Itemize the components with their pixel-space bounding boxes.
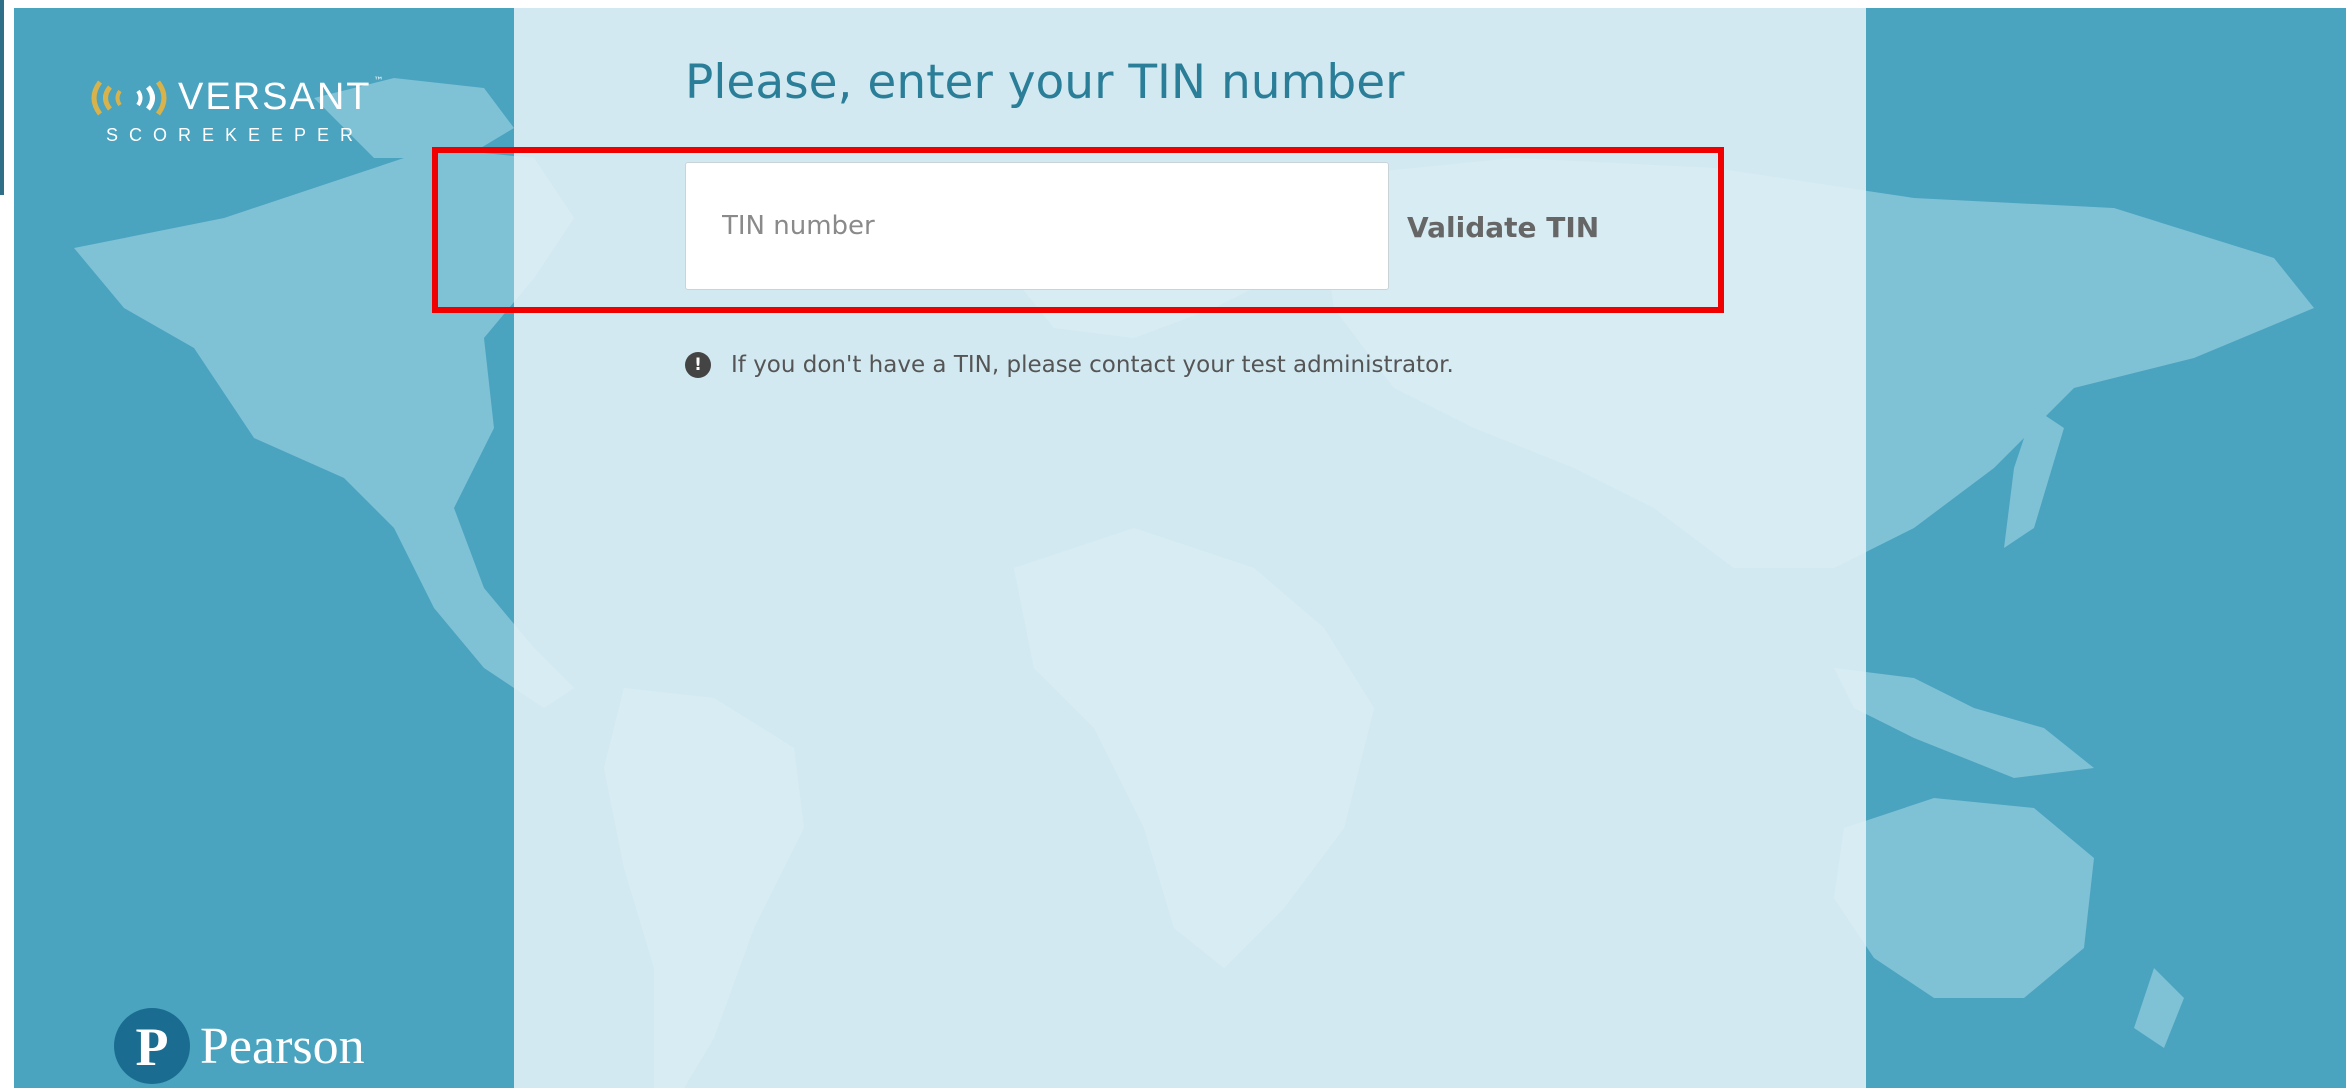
pearson-p-icon: P — [114, 1008, 190, 1084]
page: VERSANT ™ SCOREKEEPER P Pearson Please, … — [0, 0, 2346, 1088]
brand-subtitle: SCOREKEEPER — [106, 125, 365, 145]
validate-tin-button[interactable]: Validate TIN — [1395, 192, 1611, 262]
page-title: Please, enter your TIN number — [685, 55, 1405, 110]
logo-row: VERSANT ™ — [86, 76, 383, 119]
pearson-name: Pearson — [200, 1017, 365, 1075]
pearson-logo: P Pearson — [114, 1008, 365, 1084]
versant-logo: VERSANT ™ SCOREKEEPER — [86, 76, 383, 146]
edge-marker — [0, 0, 4, 195]
exclamation-circle-icon: ! — [685, 352, 711, 378]
tin-input[interactable] — [685, 162, 1389, 290]
tin-notice: ! If you don't have a TIN, please contac… — [685, 352, 1454, 378]
notice-text: If you don't have a TIN, please contact … — [731, 352, 1454, 378]
sound-waves-icon — [91, 80, 167, 115]
brand-name: VERSANT — [178, 76, 372, 118]
brand-trademark: ™ — [373, 76, 384, 87]
